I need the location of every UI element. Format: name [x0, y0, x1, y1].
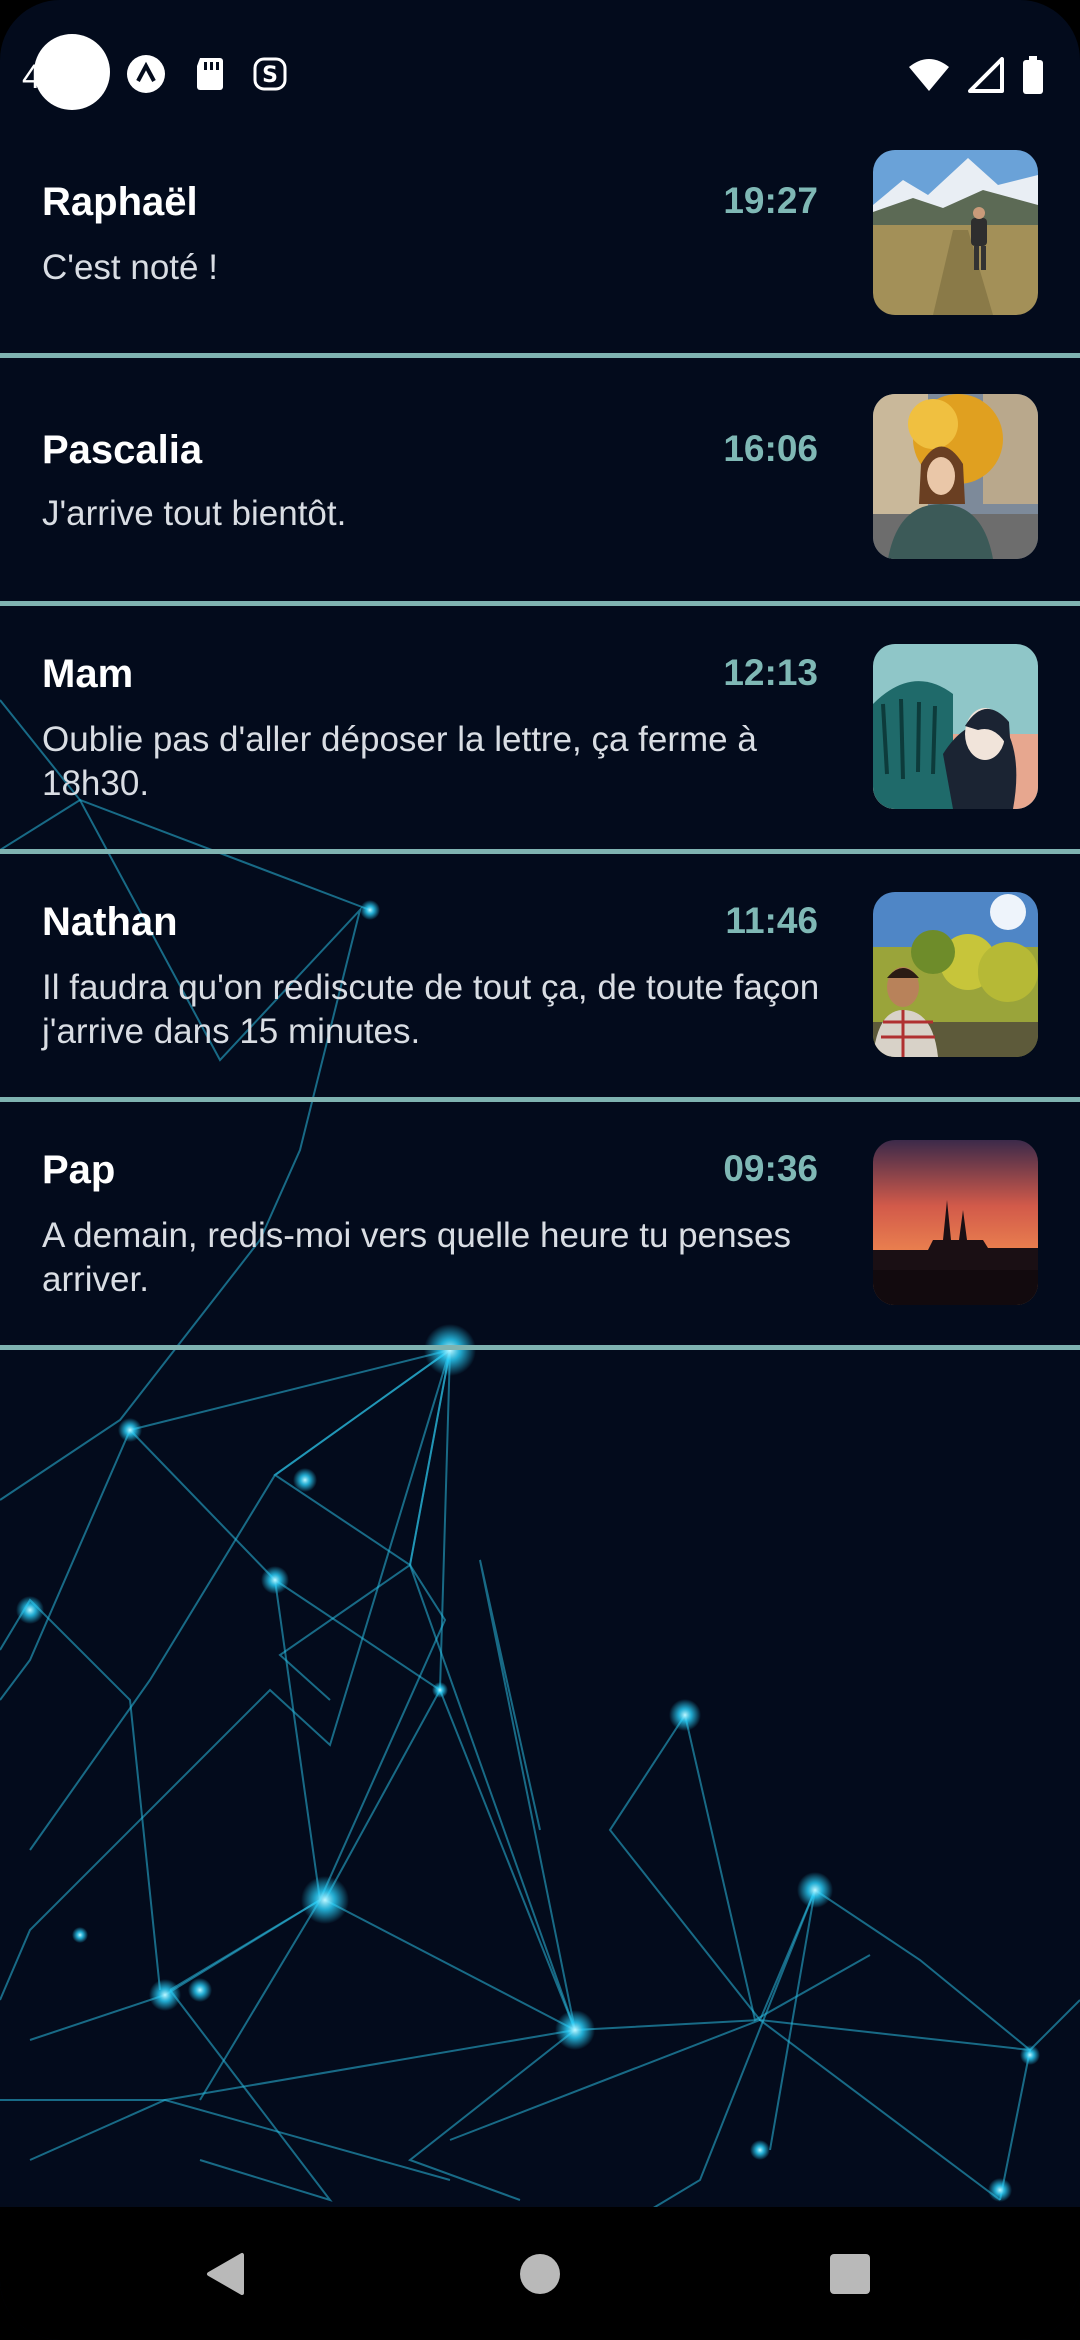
mountain-hiker-photo [873, 150, 1038, 315]
message-time: 19:27 [723, 180, 818, 221]
message-time: 16:06 [723, 428, 818, 469]
status-icons-right [908, 56, 1044, 94]
illustration-woman-tree-photo [873, 644, 1038, 809]
svg-text:S: S [262, 63, 278, 88]
app-a-icon [127, 55, 165, 93]
message-preview: C'est noté ! [42, 248, 218, 287]
message-time: 09:36 [723, 1148, 818, 1189]
sender-name: Nathan [42, 900, 178, 944]
back-button[interactable] [156, 2207, 296, 2340]
home-icon [520, 2253, 560, 2294]
camera-cutout [34, 34, 110, 110]
home-button[interactable] [470, 2207, 610, 2340]
message-item-pascalia[interactable]: Pascalia 16:06 J'arrive tout bientôt. [0, 358, 1080, 601]
message-item-mam[interactable]: Mam 12:13 Oublie pas d'aller déposer la … [0, 606, 1080, 849]
signal-icon [968, 57, 1004, 93]
back-icon [207, 2252, 244, 2295]
contact-photo[interactable] [873, 150, 1038, 315]
message-list: Raphaël 19:27 C'est noté ! Pascalia 16:0… [0, 148, 1080, 1350]
contact-photo[interactable] [873, 644, 1038, 809]
app-s-icon: S [253, 57, 287, 91]
sender-name: Raphaël [42, 180, 198, 224]
message-time: 11:46 [725, 900, 818, 941]
sunset-cathedral-photo [873, 1140, 1038, 1305]
contact-photo[interactable] [873, 394, 1038, 559]
wifi-icon [909, 59, 949, 91]
message-preview: Il faudra qu'on rediscute de tout ça, de… [42, 968, 820, 1051]
sender-name: Pap [42, 1148, 116, 1192]
sender-name: Pascalia [42, 428, 203, 472]
divider [0, 1345, 1080, 1350]
recents-button[interactable] [780, 2207, 920, 2340]
phone-screen: 4 S Raphaël 19:27 C'est noté ! Pascalia … [0, 0, 1080, 2340]
sender-name: Mam [42, 652, 134, 696]
recents-icon [830, 2253, 870, 2294]
man-vineyard-photo [873, 892, 1038, 1057]
status-bar: 4 S [0, 0, 1080, 148]
sd-card-icon [197, 58, 223, 90]
message-item-nathan[interactable]: Nathan 11:46 Il faudra qu'on rediscute d… [0, 854, 1080, 1097]
message-item-pap[interactable]: Pap 09:36 A demain, redis-moi vers quell… [0, 1102, 1080, 1345]
message-preview: Oublie pas d'aller déposer la lettre, ça… [42, 720, 757, 803]
contact-photo[interactable] [873, 1140, 1038, 1305]
message-time: 12:13 [723, 652, 818, 693]
battery-icon [1023, 56, 1043, 94]
woman-autumn-street-photo [873, 394, 1038, 559]
message-preview: A demain, redis-moi vers quelle heure tu… [42, 1216, 792, 1299]
message-item-raphael[interactable]: Raphaël 19:27 C'est noté ! [0, 148, 1080, 353]
navigation-bar [0, 2207, 1080, 2340]
message-preview: J'arrive tout bientôt. [42, 494, 347, 533]
contact-photo[interactable] [873, 892, 1038, 1057]
